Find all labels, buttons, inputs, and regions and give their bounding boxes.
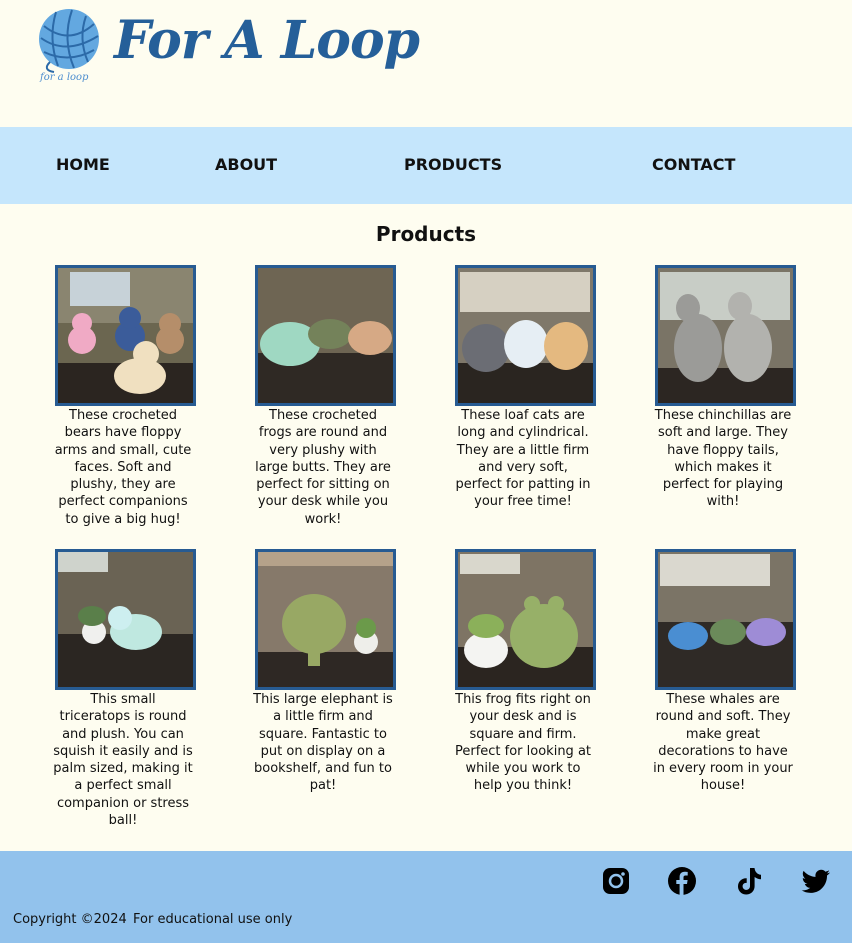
yarn-ball-logo[interactable]: for a loop [36,6,102,86]
instagram-icon[interactable] [601,866,631,896]
facebook-icon[interactable] [667,866,697,896]
product-card-whales: These whales are round and soft. They ma… [653,549,796,795]
product-card-frog: This frog fits right on your desk and is… [454,549,596,795]
product-description: These crocheted frogs are round and very… [255,408,391,527]
product-description: These chinchillas are soft and large. Th… [654,408,792,510]
nav-contact[interactable]: CONTACT [652,155,735,174]
tiktok-icon[interactable] [734,866,764,896]
product-card-triceratops: This small triceratops is round and plus… [53,549,196,829]
copyright-text: Copyright ©2024 [13,912,127,927]
product-description: This frog fits right on your desk and is… [454,692,592,794]
product-card-elephant: This large elephant is a little firm and… [253,549,396,795]
product-description: This large elephant is a little firm and… [253,692,393,794]
nav-home[interactable]: HOME [56,155,110,174]
product-photo-frogs[interactable] [255,265,396,406]
product-photo-triceratops[interactable] [55,549,196,690]
product-photo-elephant[interactable] [255,549,396,690]
site-header: for a loop For A Loop [0,0,852,127]
svg-text:for a loop: for a loop [39,72,89,83]
page-title: Products [375,222,477,246]
nav-about[interactable]: ABOUT [215,155,277,174]
educational-note: For educational use only [133,912,293,927]
product-photo-frog[interactable] [455,549,596,690]
product-photo-chinchillas[interactable] [655,265,796,406]
product-description: These loaf cats are long and cylindrical… [455,408,591,510]
product-card-loaf-cats: These loaf cats are long and cylindrical… [455,265,596,511]
product-card-frogs: These crocheted frogs are round and very… [255,265,396,528]
site-footer: Copyright ©2024 For educational use only [0,851,852,943]
product-card-chinchillas: These chinchillas are soft and large. Th… [654,265,796,511]
main-nav: HOME ABOUT PRODUCTS CONTACT [0,127,852,204]
product-card-bears: These crocheted bears have floppy arms a… [54,265,196,528]
nav-products[interactable]: PRODUCTS [404,155,502,174]
product-photo-whales[interactable] [655,549,796,690]
product-photo-loaf-cats[interactable] [455,265,596,406]
brand-name[interactable]: For A Loop [114,10,420,71]
product-description: These whales are round and soft. They ma… [653,692,793,794]
product-description: These crocheted bears have floppy arms a… [54,408,192,527]
product-description: This small triceratops is round and plus… [53,692,193,829]
product-photo-bears[interactable] [55,265,196,406]
twitter-icon[interactable] [801,866,831,896]
